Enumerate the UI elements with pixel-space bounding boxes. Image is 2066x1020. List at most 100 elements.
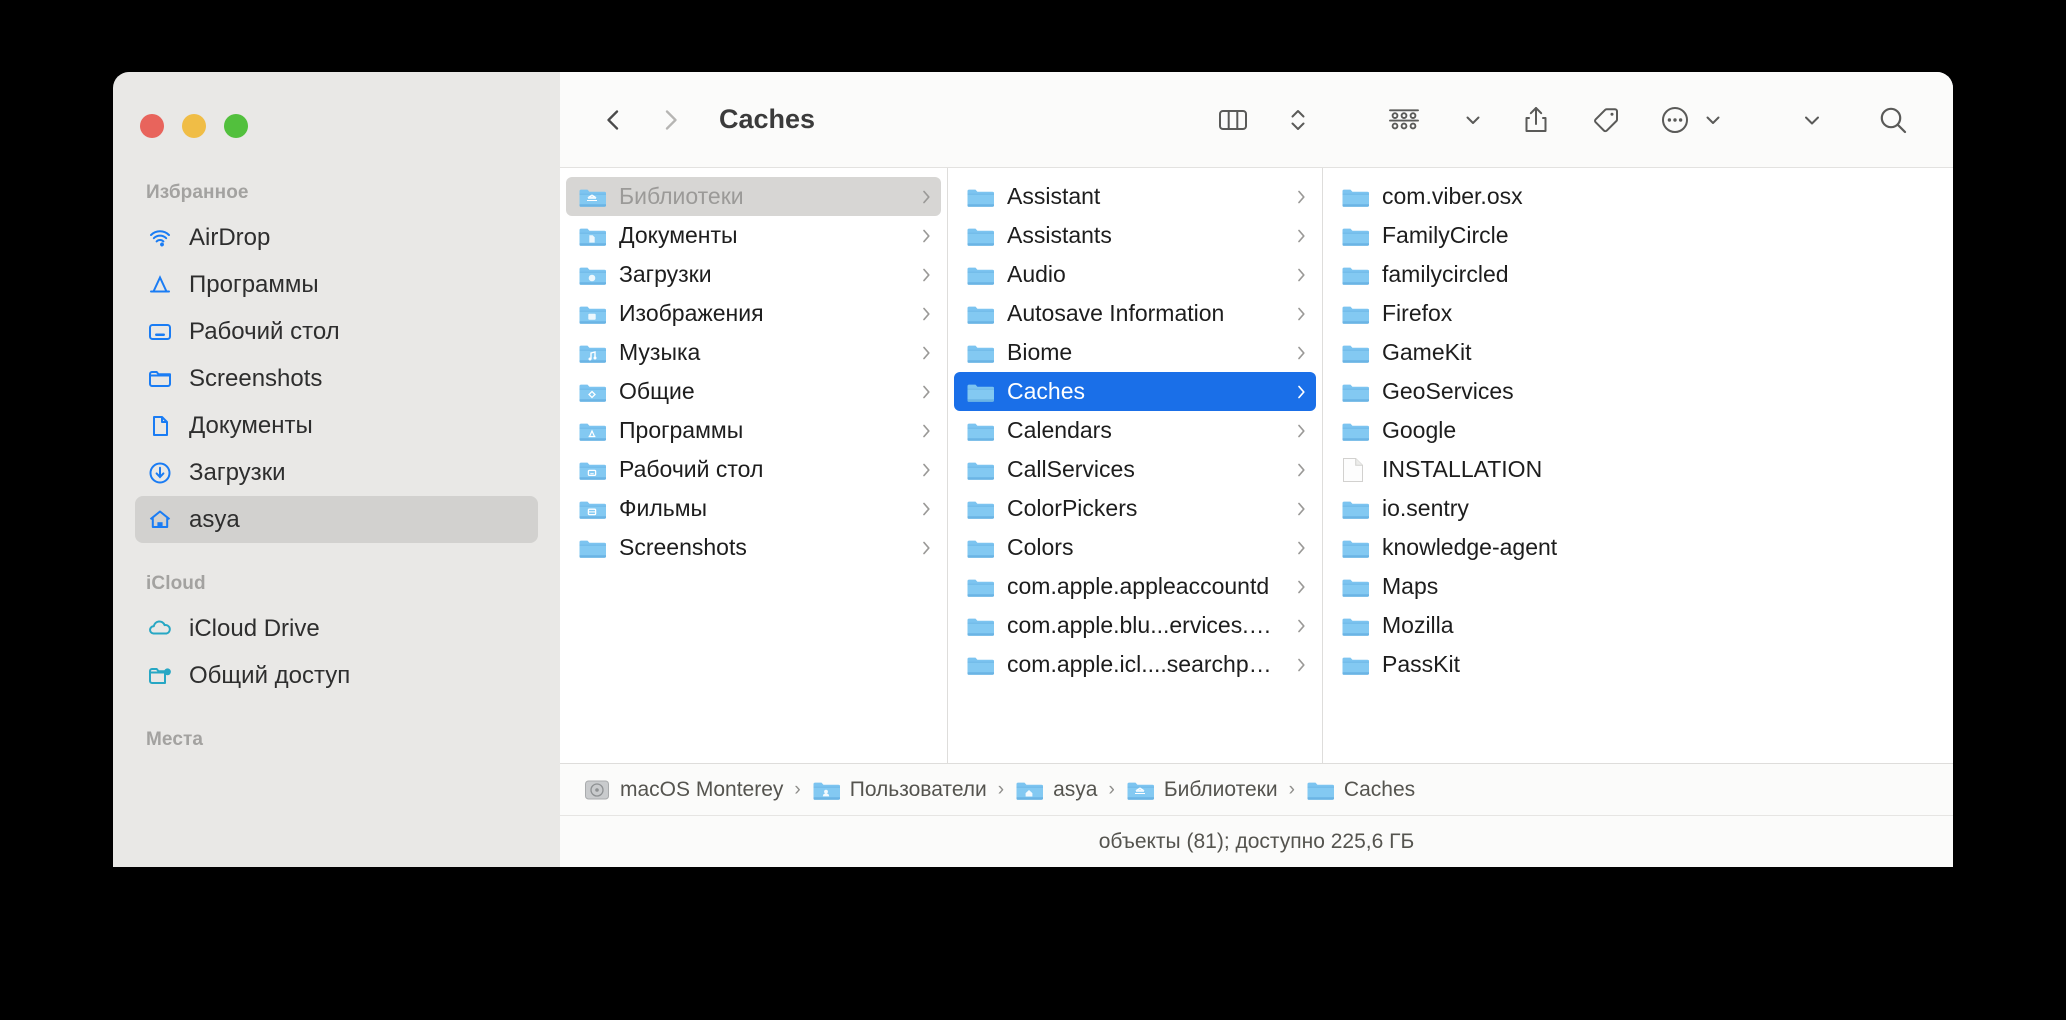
home-icon [146, 506, 174, 534]
file-row[interactable]: INSTALLATION [1329, 450, 1947, 489]
file-row-label: com.viber.osx [1382, 183, 1523, 209]
file-row-label: com.apple.blu...ervices.cloud [1007, 612, 1281, 638]
sidebar-item-desktop[interactable]: Рабочий стол [135, 308, 538, 355]
file-row[interactable]: familycircled [1329, 255, 1947, 294]
file-row[interactable]: Colors [954, 528, 1316, 567]
ellipsis-circle-icon[interactable] [1659, 104, 1691, 136]
file-row[interactable]: Рабочий стол [566, 450, 941, 489]
folder-icon [966, 224, 994, 248]
file-row[interactable]: Программы [566, 411, 941, 450]
close-button[interactable] [140, 114, 164, 138]
main-area: Caches Библиотеки Документы Загрузки Изо… [560, 72, 1953, 867]
chevron-right-icon [919, 266, 933, 284]
file-row-label: Caches [1007, 378, 1085, 404]
file-row-label: FamilyCircle [1382, 222, 1509, 248]
search-icon[interactable] [1877, 104, 1909, 136]
breadcrumb-segment[interactable]: Пользователи [812, 778, 987, 802]
up-down-chevron-icon[interactable] [1289, 105, 1307, 135]
file-row[interactable]: Mozilla [1329, 606, 1947, 645]
file-row[interactable]: GeoServices [1329, 372, 1947, 411]
sidebar-item-downloads[interactable]: Загрузки [135, 449, 538, 496]
sidebar-item-icloud-drive[interactable]: iCloud Drive [135, 605, 538, 652]
file-row[interactable]: Assistant [954, 177, 1316, 216]
breadcrumb-segment[interactable]: Caches [1306, 778, 1415, 802]
column-library-contents[interactable]: Assistant Assistants Audio Autosave Informa… [948, 168, 1323, 763]
file-row[interactable]: Фильмы [566, 489, 941, 528]
file-row[interactable]: ColorPickers [954, 489, 1316, 528]
folder-icon [1341, 224, 1369, 248]
breadcrumb-segment[interactable]: Библиотеки [1126, 778, 1278, 802]
file-row[interactable]: PassKit [1329, 645, 1947, 684]
sidebar-item-shared[interactable]: Общий доступ [135, 652, 538, 699]
chevron-right-icon [1294, 305, 1308, 323]
chevron-right-icon[interactable] [657, 107, 683, 133]
file-row-label: INSTALLATION [1382, 456, 1543, 482]
file-row[interactable]: FamilyCircle [1329, 216, 1947, 255]
file-row[interactable]: Autosave Information [954, 294, 1316, 333]
file-row[interactable]: Google [1329, 411, 1947, 450]
chevron-right-icon [1294, 539, 1308, 557]
breadcrumb-separator: › [1108, 778, 1115, 800]
sidebar-item-screenshots[interactable]: Screenshots [135, 355, 538, 402]
file-row-label: Изображения [619, 300, 764, 326]
sidebar-item-label: Screenshots [189, 364, 323, 392]
file-row[interactable]: io.sentry [1329, 489, 1947, 528]
file-row[interactable]: Библиотеки [566, 177, 941, 216]
file-row[interactable]: Музыка [566, 333, 941, 372]
breadcrumb-segment[interactable]: asya [1015, 778, 1097, 802]
file-row[interactable]: com.apple.blu...ervices.cloud [954, 606, 1316, 645]
chevron-right-icon [919, 344, 933, 362]
file-row-label: com.apple.icl....searchpartyd [1007, 651, 1281, 677]
folder-icon [966, 497, 994, 521]
sidebar-item-applications[interactable]: Программы [135, 261, 538, 308]
breadcrumb-separator: › [1288, 778, 1295, 800]
overflow-chevron-down-icon[interactable] [1801, 109, 1823, 131]
breadcrumb[interactable]: macOS Monterey › Пользователи › asya › Библиот… [560, 763, 1953, 815]
file-row-label: Библиотеки [619, 183, 744, 209]
file-row[interactable]: GameKit [1329, 333, 1947, 372]
file-row[interactable]: Firefox [1329, 294, 1947, 333]
folder-icon [966, 185, 994, 209]
sidebar-item-documents[interactable]: Документы [135, 402, 538, 449]
sidebar-item-label: Рабочий стол [189, 317, 340, 345]
chevron-right-icon [919, 227, 933, 245]
file-row-label: Assistant [1007, 183, 1101, 209]
file-row[interactable]: Изображения [566, 294, 941, 333]
file-row[interactable]: Audio [954, 255, 1316, 294]
folder-documents-icon [578, 224, 606, 248]
file-row[interactable]: Biome [954, 333, 1316, 372]
file-row[interactable]: Документы [566, 216, 941, 255]
file-row[interactable]: Загрузки [566, 255, 941, 294]
folder-public-icon [578, 380, 606, 404]
file-row[interactable]: knowledge-agent [1329, 528, 1947, 567]
column-library[interactable]: Библиотеки Документы Загрузки Изображения Му… [560, 168, 948, 763]
file-row[interactable]: com.viber.osx [1329, 177, 1947, 216]
file-row[interactable]: Общие [566, 372, 941, 411]
breadcrumb-segment[interactable]: macOS Monterey [584, 778, 783, 802]
file-row[interactable]: CallServices [954, 450, 1316, 489]
column-caches-contents[interactable]: com.viber.osx FamilyCircle familycircled Fi… [1323, 168, 1953, 763]
minimize-button[interactable] [182, 114, 206, 138]
file-row[interactable]: Caches [954, 372, 1316, 411]
folder-icon [1341, 575, 1369, 599]
file-row[interactable]: Maps [1329, 567, 1947, 606]
file-row-label: Autosave Information [1007, 300, 1225, 326]
chevron-down-icon[interactable] [1703, 110, 1723, 130]
file-row[interactable]: com.apple.appleaccountd [954, 567, 1316, 606]
sidebar-item-airdrop[interactable]: AirDrop [135, 214, 538, 261]
chevron-left-icon[interactable] [601, 107, 627, 133]
file-row[interactable]: Screenshots [566, 528, 941, 567]
chevron-right-icon [1294, 656, 1308, 674]
file-row[interactable]: Calendars [954, 411, 1316, 450]
tag-icon[interactable] [1589, 105, 1621, 135]
file-row[interactable]: com.apple.icl....searchpartyd [954, 645, 1316, 684]
column-view-icon[interactable] [1217, 106, 1249, 134]
zoom-button[interactable] [224, 114, 248, 138]
sidebar-item-asya[interactable]: asya [135, 496, 538, 543]
chevron-down-icon[interactable] [1463, 110, 1483, 130]
folder-pictures-icon [578, 302, 606, 326]
file-row-label: Firefox [1382, 300, 1453, 326]
share-icon[interactable] [1521, 104, 1551, 136]
file-row[interactable]: Assistants [954, 216, 1316, 255]
group-by-icon[interactable] [1385, 105, 1423, 135]
